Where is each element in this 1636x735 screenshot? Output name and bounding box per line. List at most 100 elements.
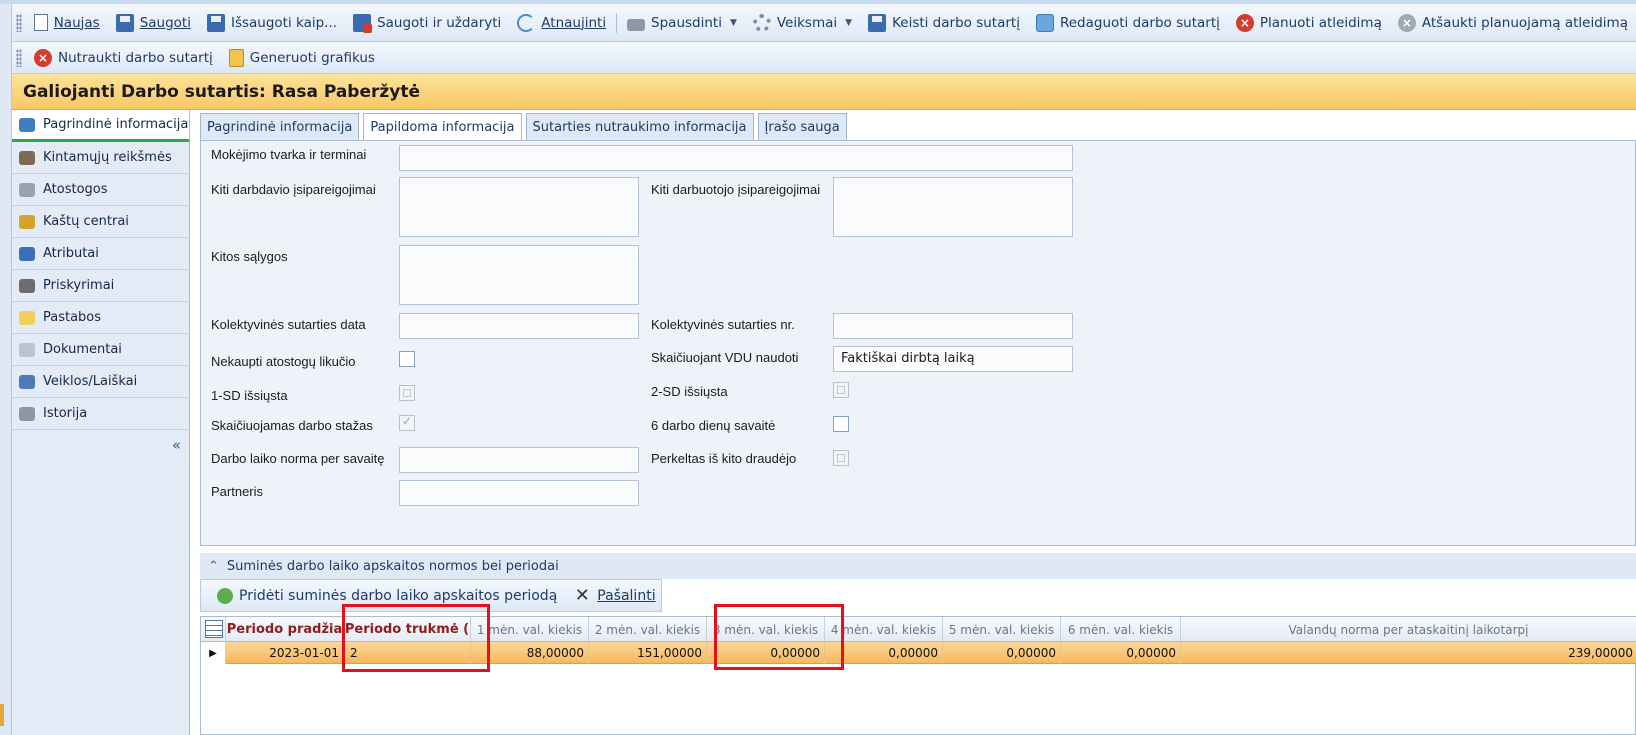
payment-field[interactable] — [399, 145, 1073, 171]
no-vacation-checkbox[interactable] — [399, 351, 415, 367]
transferred-label: Perkeltas iš kito draudėjo — [651, 451, 797, 466]
pencil-icon — [19, 150, 35, 165]
highlight-box — [342, 604, 490, 672]
sidebar-item-notes[interactable]: Pastabos — [12, 302, 189, 334]
employer-obligations-field[interactable] — [399, 177, 639, 237]
sidebar-item-assignments[interactable]: Priskyrimai — [12, 270, 189, 302]
checkbox-inner — [837, 454, 845, 462]
column-header[interactable]: Periodo pradžia — [226, 617, 344, 642]
six-day-label: 6 darbo dienų savaitė — [651, 418, 776, 433]
cancel-gray-icon: × — [1397, 13, 1416, 32]
generate-schedules-button[interactable]: Generuoti grafikus — [221, 43, 383, 73]
refresh-button[interactable]: Atnaujinti — [509, 8, 614, 38]
save-button[interactable]: Saugoti — [108, 8, 199, 38]
box-icon — [1035, 13, 1054, 32]
additional-info-panel: Mokėjimo tvarka ir terminai Kiti darbdav… — [200, 140, 1636, 546]
actions-button[interactable]: Veiksmai ▼ — [745, 8, 860, 38]
remove-button[interactable]: ✕ Pašalinti — [565, 581, 663, 611]
attributes-icon — [19, 246, 35, 261]
month2-hours-cell[interactable]: 151,00000 — [589, 642, 707, 664]
tab-additional-info[interactable]: Papildoma informacija — [363, 113, 522, 141]
norm-field[interactable] — [399, 447, 639, 473]
column-chooser-button[interactable] — [201, 617, 226, 642]
seniority-checkbox[interactable]: ✓ — [399, 414, 415, 431]
sidebar-item-cost-centers[interactable]: Kaštų centrai — [12, 206, 189, 238]
save-close-icon — [353, 13, 373, 33]
tab-record-security[interactable]: Įrašo sauga — [757, 113, 847, 140]
sd2-checkbox[interactable] — [833, 382, 849, 398]
other-conditions-field[interactable] — [399, 245, 639, 305]
tab-main-info[interactable]: Pagrindinė informacija — [200, 113, 360, 140]
column-header[interactable]: 2 mėn. val. kiekis — [589, 617, 707, 642]
sidebar: Pagrindinė informacija Kintamųjų reikšmė… — [12, 110, 190, 735]
sidebar-item-variables[interactable]: Kintamųjų reikšmės — [12, 142, 189, 174]
sd1-label: 1-SD išsiųsta — [211, 388, 288, 403]
checkbox-inner — [403, 389, 411, 397]
grid-icon — [205, 620, 223, 638]
collective-date-field[interactable] — [399, 313, 639, 339]
vdu-select[interactable]: Faktiškai dirbtą laiką — [833, 346, 1073, 372]
norm-label: Darbo laiko norma per savaitę — [211, 451, 385, 466]
vdu-label: Skaičiuojant VDU naudoti — [651, 350, 799, 365]
print-button[interactable]: Spausdinti ▼ — [619, 8, 745, 38]
employer-obligations-label: Kiti darbdavio įsipareigojimai — [211, 182, 376, 197]
refresh-icon — [517, 13, 536, 32]
history-icon — [19, 406, 35, 421]
plan-dismissal-button[interactable]: × Planuoti atleidimą — [1228, 8, 1390, 38]
edit-contract-button[interactable]: Redaguoti darbo sutartį — [1028, 8, 1228, 38]
terminate-contract-button[interactable]: × Nutraukti darbo sutartį — [26, 43, 221, 73]
save-as-button[interactable]: Išsaugoti kaip... — [199, 8, 345, 38]
sidebar-item-history[interactable]: Istorija — [12, 398, 189, 430]
dock-marker — [0, 704, 4, 726]
sd1-checkbox[interactable] — [399, 385, 415, 401]
partner-field[interactable] — [399, 480, 639, 506]
documents-icon — [19, 342, 35, 357]
left-dock-edge — [0, 4, 12, 735]
tab-termination-info[interactable]: Sutarties nutraukimo informacija — [525, 113, 754, 140]
cancel-planned-dismissal-button[interactable]: × Atšaukti planuojamą atleidimą — [1390, 8, 1636, 38]
activity-icon — [19, 374, 35, 389]
transferred-checkbox[interactable] — [833, 450, 849, 466]
sd2-label: 2-SD išsiųsta — [651, 384, 728, 399]
chevron-down-icon: ▼ — [729, 17, 737, 28]
sidebar-item-vacations[interactable]: Atostogos — [12, 174, 189, 206]
add-period-icon — [217, 587, 233, 604]
pillar-icon — [19, 278, 35, 293]
partner-label: Partneris — [211, 484, 264, 499]
column-header[interactable]: 6 mėn. val. kiekis — [1061, 617, 1181, 642]
collective-no-field[interactable] — [833, 313, 1073, 339]
new-button[interactable]: Naujas — [26, 8, 108, 38]
month6-hours-cell[interactable]: 0,00000 — [1061, 642, 1181, 664]
seniority-label: Skaičiuojamas darbo stažas — [211, 418, 373, 433]
employee-obligations-field[interactable] — [833, 177, 1073, 237]
save-as-icon — [206, 13, 225, 32]
norm-total-cell[interactable]: 239,00000 — [1181, 642, 1636, 664]
change-contract-button[interactable]: Keisti darbo sutartį — [860, 8, 1028, 38]
period-start-cell[interactable]: 2023-01-01 — [226, 642, 344, 664]
periods-section-header[interactable]: ⌃ Suminės darbo laiko apskaitos normos b… — [200, 553, 1636, 579]
toolbar-separator — [616, 12, 618, 33]
sidebar-item-documents[interactable]: Dokumentai — [12, 334, 189, 366]
toolbar-grip[interactable] — [16, 48, 22, 67]
page-title: Galiojanti Darbo sutartis: Rasa Paberžyt… — [12, 74, 1636, 110]
collapse-sidebar-button[interactable]: « — [12, 430, 189, 454]
payment-label: Mokėjimo tvarka ir terminai — [211, 147, 367, 162]
clipboard-icon — [228, 48, 244, 67]
cancel-red-icon: × — [1235, 13, 1254, 32]
save-close-button[interactable]: Saugoti ir uždaryti — [345, 8, 509, 38]
column-header[interactable]: Valandų norma per ataskaitinį laikotarpį — [1181, 617, 1636, 642]
secondary-toolbar: × Nutraukti darbo sutartį Generuoti grafi… — [12, 42, 1636, 74]
money-bag-icon — [19, 214, 35, 229]
sidebar-item-attributes[interactable]: Atributai — [12, 238, 189, 270]
month5-hours-cell[interactable]: 0,00000 — [943, 642, 1061, 664]
toolbar-grip[interactable] — [16, 13, 22, 32]
chevron-down-icon: ▼ — [845, 17, 853, 28]
column-header[interactable]: 5 mėn. val. kiekis — [943, 617, 1061, 642]
user-icon — [19, 182, 35, 197]
tab-strip: Pagrindinė informacija Papildoma informa… — [200, 113, 851, 141]
database-icon — [19, 117, 35, 132]
new-document-icon — [33, 14, 48, 31]
sidebar-item-activities[interactable]: Veiklos/Laiškai — [12, 366, 189, 398]
sidebar-item-main-info[interactable]: Pagrindinė informacija — [12, 110, 189, 142]
six-day-checkbox[interactable] — [833, 416, 849, 432]
